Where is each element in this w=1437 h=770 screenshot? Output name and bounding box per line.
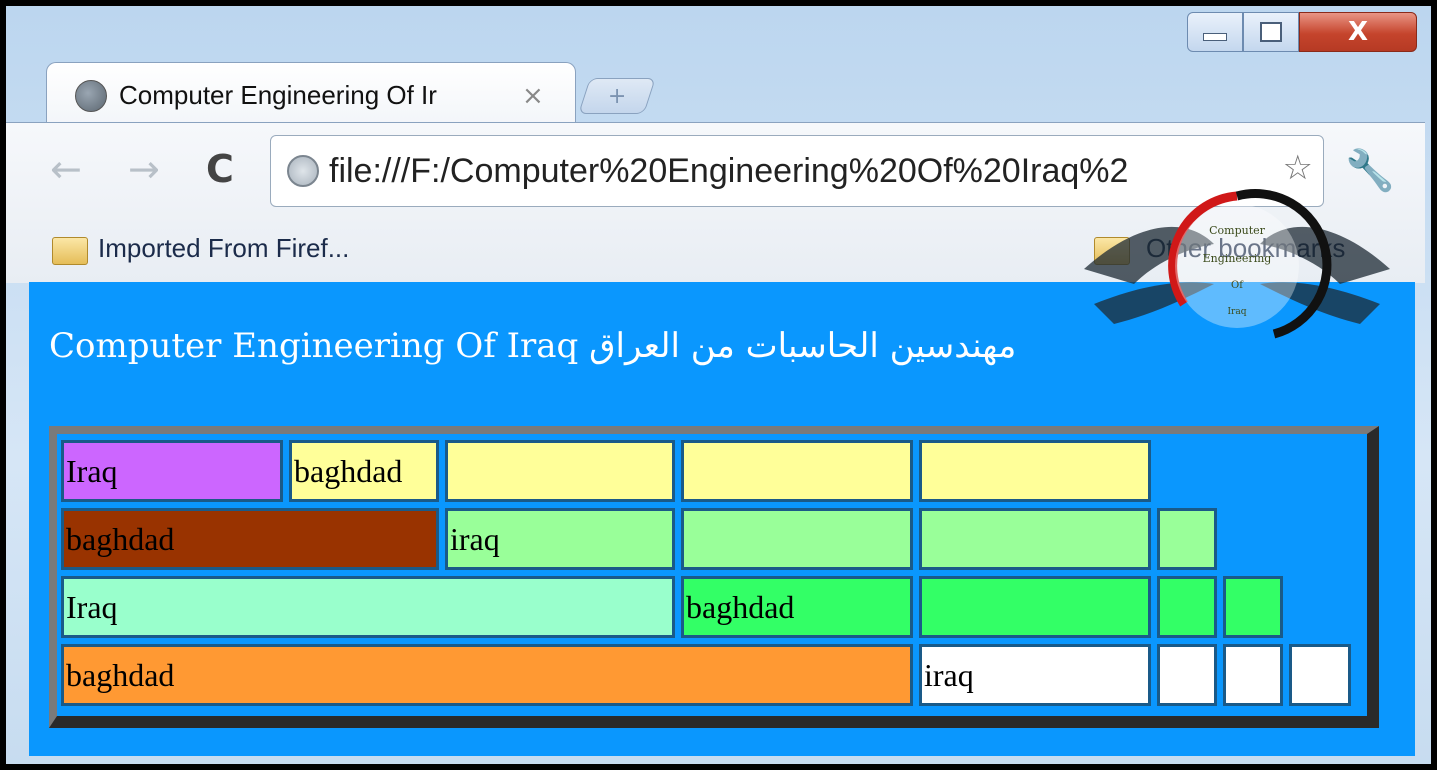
table-cell: baghdad bbox=[61, 644, 913, 706]
folder-icon bbox=[52, 237, 88, 265]
table-cell bbox=[1289, 644, 1351, 706]
window-controls: X bbox=[1187, 12, 1417, 54]
bookmark-star-icon[interactable]: ☆ bbox=[1283, 148, 1313, 188]
table-cell bbox=[919, 440, 1151, 502]
reload-button[interactable]: C bbox=[206, 147, 234, 191]
table-cell bbox=[1223, 576, 1283, 638]
site-logo: Computer Engineering Of Iraq bbox=[1084, 189, 1390, 339]
tab-title: Computer Engineering Of Ir bbox=[119, 80, 437, 110]
table-cell bbox=[1157, 508, 1217, 570]
logo-text: Iraq bbox=[1228, 307, 1247, 317]
bookmark-imported[interactable]: Imported From Firef... bbox=[98, 233, 349, 264]
close-icon: X bbox=[1347, 17, 1369, 47]
minimize-icon bbox=[1203, 33, 1227, 41]
tab-active[interactable]: Computer Engineering Of Ir × bbox=[46, 62, 576, 128]
maximize-icon bbox=[1260, 22, 1282, 42]
maximize-button[interactable] bbox=[1243, 12, 1299, 52]
logo-text: Computer bbox=[1209, 224, 1266, 237]
page-content: Computer Engineering Of Iraq مهندسين الح… bbox=[29, 282, 1415, 756]
table-cell: baghdad bbox=[289, 440, 439, 502]
table-cell bbox=[1157, 644, 1217, 706]
table-cell: baghdad bbox=[681, 576, 913, 638]
table-cell: Iraq bbox=[61, 440, 283, 502]
forward-button[interactable]: → bbox=[128, 147, 160, 191]
minimize-button[interactable] bbox=[1187, 12, 1243, 52]
back-button[interactable]: ← bbox=[50, 147, 82, 191]
page-title: Computer Engineering Of Iraq مهندسين الح… bbox=[49, 326, 1017, 366]
table-cell bbox=[1223, 644, 1283, 706]
globe-icon bbox=[75, 79, 107, 112]
logo-text: Of bbox=[1231, 280, 1244, 291]
table-cell bbox=[919, 576, 1151, 638]
close-window-button[interactable]: X bbox=[1299, 12, 1417, 52]
tab-close-icon[interactable]: × bbox=[522, 81, 544, 111]
table-cell bbox=[919, 508, 1151, 570]
plus-icon: + bbox=[607, 83, 627, 109]
logo-text: Engineering bbox=[1203, 252, 1272, 265]
table-cell: Iraq bbox=[61, 576, 675, 638]
table-cell bbox=[681, 508, 913, 570]
table-cell bbox=[1157, 576, 1217, 638]
table-cell bbox=[681, 440, 913, 502]
table-cell: iraq bbox=[919, 644, 1151, 706]
color-table: Iraq baghdad baghdad iraq Iraq baghdad b… bbox=[49, 426, 1379, 728]
new-tab-button[interactable]: + bbox=[578, 78, 656, 114]
table-cell bbox=[445, 440, 675, 502]
page-icon bbox=[287, 155, 319, 187]
table-cell: baghdad bbox=[61, 508, 439, 570]
table-cell: iraq bbox=[445, 508, 675, 570]
